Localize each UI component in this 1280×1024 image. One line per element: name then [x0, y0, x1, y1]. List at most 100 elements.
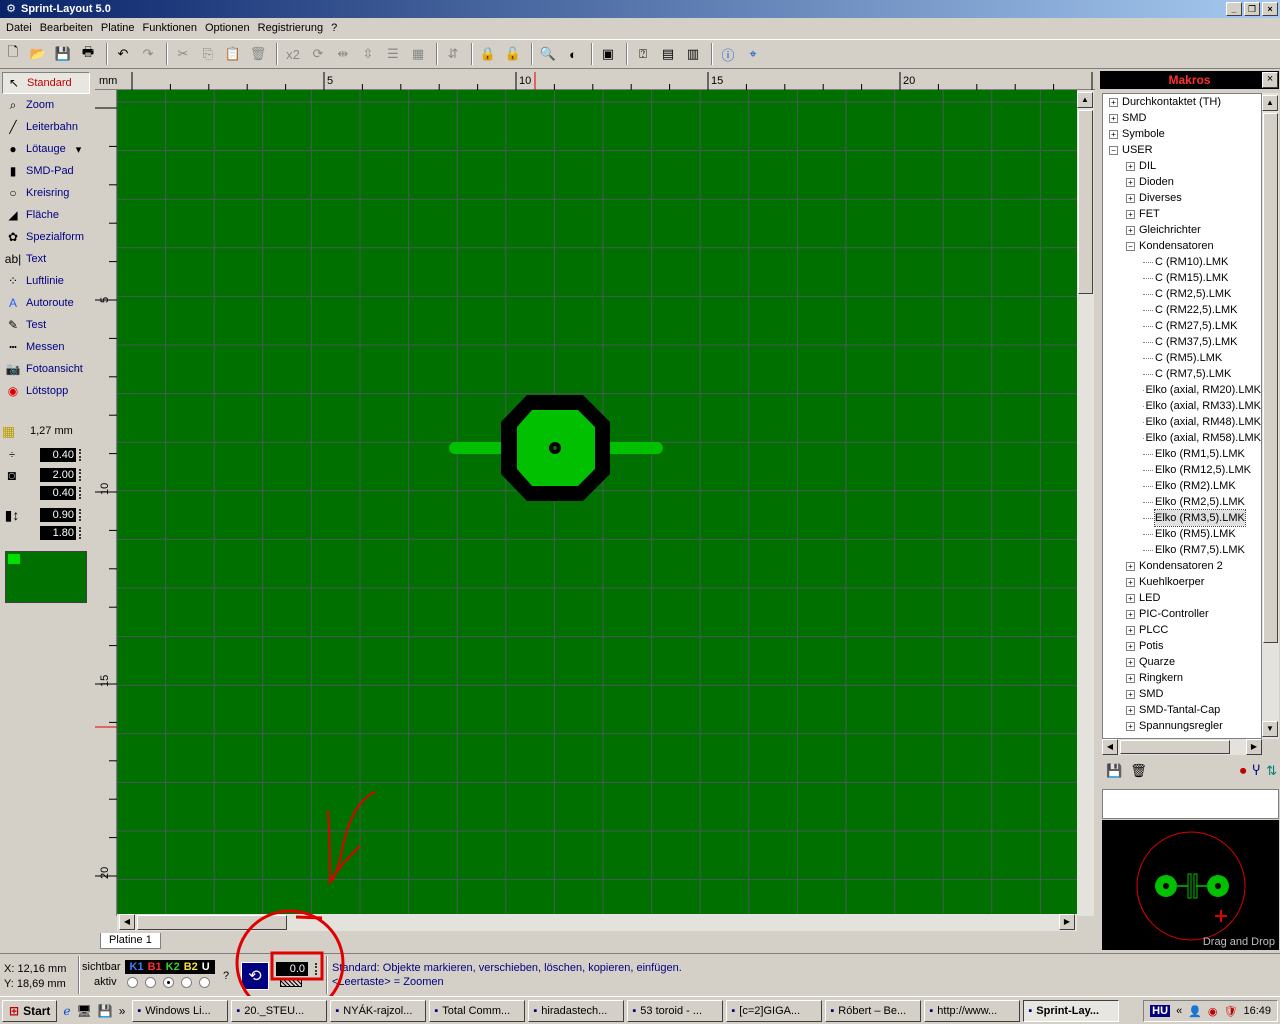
pad-outer-field[interactable]: 2.00: [40, 468, 76, 482]
taskbar-button[interactable]: ▪ 20._STEU...: [231, 999, 328, 1022]
scroll-up-button[interactable]: ▲: [1077, 92, 1093, 108]
macro-file-item[interactable]: C (RM37,5).LMK: [1103, 334, 1261, 350]
expand-icon[interactable]: +: [1126, 161, 1135, 171]
menu-item-5[interactable]: Registrierung: [254, 22, 327, 34]
macro-folder-item[interactable]: + Diverses: [1103, 190, 1261, 206]
print-icon[interactable]: 🖶: [77, 43, 99, 65]
menu-item-3[interactable]: Funktionen: [139, 22, 201, 34]
track-width-field[interactable]: 0.40: [40, 448, 76, 462]
macro-file-item[interactable]: C (RM7,5).LMK: [1103, 366, 1261, 382]
macro-tree-vscroll[interactable]: ▲ ▼: [1262, 93, 1279, 739]
tool-lötstopp[interactable]: ◉ Lötstopp: [2, 380, 90, 402]
tool-text[interactable]: ab| Text: [2, 248, 90, 270]
smd-height-field[interactable]: 1.80: [40, 526, 76, 540]
horizontal-scrollbar[interactable]: ◀ ▶: [117, 914, 1077, 931]
macro-file-item[interactable]: C (RM15).LMK: [1103, 270, 1261, 286]
macro-file-item[interactable]: Elko (RM5).LMK: [1103, 526, 1261, 542]
macro-folder-item[interactable]: + PLCC: [1103, 622, 1261, 638]
active-layer-radio-b1[interactable]: [144, 976, 156, 988]
macro-preview[interactable]: Drag and Drop: [1102, 820, 1279, 950]
layer-toggle-b2[interactable]: B2: [182, 961, 200, 973]
menu-item-1[interactable]: Bearbeiten: [36, 22, 97, 34]
macro-swap-icon[interactable]: ⇅: [1266, 763, 1277, 779]
grid-size[interactable]: 1,27 mm: [30, 425, 73, 437]
taskbar-button[interactable]: ▪ Total Comm...: [429, 999, 526, 1022]
macro-tree-hscroll[interactable]: ◀ ▶: [1102, 739, 1262, 755]
taskbar-button[interactable]: ▪ Windows Li...: [132, 999, 229, 1022]
drc-icon[interactable]: ▤: [657, 43, 679, 65]
crosshair-icon[interactable]: ⌖: [742, 43, 764, 65]
macro-file-item[interactable]: Elko (axial, RM48).LMK: [1103, 414, 1261, 430]
value-field[interactable]: 0.0: [276, 962, 308, 976]
tool-smd-pad[interactable]: ▮ SMD-Pad: [2, 160, 90, 182]
save-icon[interactable]: 💾: [52, 43, 74, 65]
collapse-icon[interactable]: −: [1126, 241, 1135, 251]
tree-scroll-up-button[interactable]: ▲: [1262, 95, 1278, 111]
pad-component[interactable]: [449, 395, 663, 501]
zoom-icon[interactable]: 🔍: [537, 43, 559, 65]
expand-icon[interactable]: +: [1126, 209, 1135, 219]
expand-icon[interactable]: +: [1126, 673, 1135, 683]
macro-folder-item[interactable]: + Quarze: [1103, 654, 1261, 670]
macro-file-item[interactable]: C (RM5).LMK: [1103, 350, 1261, 366]
horizontal-scroll-thumb[interactable]: [137, 915, 287, 930]
pad-outer-spinner[interactable]: [79, 469, 85, 481]
expand-icon[interactable]: +: [1126, 657, 1135, 667]
paste-icon[interactable]: 📋: [222, 43, 244, 65]
macro-folder-item[interactable]: + PIC-Controller: [1103, 606, 1261, 622]
macro-filter-icon[interactable]: Ⴤ: [1252, 763, 1260, 779]
macro-folder-item[interactable]: + Kuehlkoerper: [1103, 574, 1261, 590]
quicklaunch-chevron[interactable]: »: [119, 1004, 126, 1018]
maximize-button[interactable]: ❐: [1244, 2, 1260, 16]
expand-icon[interactable]: +: [1126, 193, 1135, 203]
active-layer-radio-b2[interactable]: [180, 976, 192, 988]
expand-icon[interactable]: +: [1126, 721, 1135, 731]
menu-item-6[interactable]: ?: [327, 22, 341, 34]
antivirus-icon[interactable]: ◉: [1208, 1005, 1218, 1018]
macro-tree[interactable]: + Durchkontaktet (TH) + SMD + Symbole − USER + DI…: [1102, 93, 1262, 739]
tool-fläche[interactable]: ◢ Fläche: [2, 204, 90, 226]
expand-icon[interactable]: +: [1109, 129, 1118, 139]
mirror-v-icon[interactable]: ⇳: [357, 43, 379, 65]
grid-icon[interactable]: ▦: [2, 423, 22, 440]
expand-icon[interactable]: +: [1126, 625, 1135, 635]
macro-folder-item[interactable]: − Kondensatoren: [1103, 238, 1261, 254]
tool-fotoansicht[interactable]: 📷 Fotoansicht: [2, 358, 90, 380]
taskbar-button[interactable]: ▪ hiradastech...: [528, 999, 625, 1022]
macro-folder-item[interactable]: − USER: [1103, 142, 1261, 158]
macro-file-item[interactable]: C (RM22,5).LMK: [1103, 302, 1261, 318]
info-check-icon[interactable]: ⍰: [632, 43, 654, 65]
tool-test[interactable]: ✎ Test: [2, 314, 90, 336]
macro-save-icon[interactable]: 💾: [1106, 763, 1122, 779]
taskbar-button[interactable]: ▪ Sprint-Lay...: [1023, 999, 1120, 1022]
layer-toggle-k2[interactable]: K2: [164, 961, 182, 973]
tree-scroll-thumb[interactable]: [1263, 113, 1278, 643]
menu-item-4[interactable]: Optionen: [201, 22, 254, 34]
taskbar-button[interactable]: ▪ [c=2]GIGA...: [726, 999, 823, 1022]
cut-icon[interactable]: ✂: [172, 43, 194, 65]
expand-icon[interactable]: +: [1126, 225, 1135, 235]
macro-folder-item[interactable]: + Kondensatoren 2: [1103, 558, 1261, 574]
taskbar-button[interactable]: ▪ NYÁK-rajzol...: [330, 999, 427, 1022]
collapse-icon[interactable]: −: [1109, 145, 1118, 155]
pad-inner-spinner[interactable]: [79, 487, 85, 499]
lock-icon[interactable]: 🔒: [477, 43, 499, 65]
tree-scroll-down-button[interactable]: ▼: [1262, 721, 1278, 737]
ie-icon[interactable]: ℯ: [63, 1004, 70, 1018]
expand-icon[interactable]: +: [1109, 113, 1118, 123]
board-grid[interactable]: [116, 90, 1077, 914]
new-file-icon[interactable]: 🗋: [2, 43, 24, 65]
layer-toggle-u[interactable]: U: [200, 961, 212, 973]
macro-file-item[interactable]: Elko (RM2,5).LMK: [1103, 494, 1261, 510]
menu-item-2[interactable]: Platine: [97, 22, 139, 34]
macro-folder-item[interactable]: + Symbole: [1103, 126, 1261, 142]
start-button[interactable]: ⊞ Start: [2, 999, 58, 1022]
tab-platine-1[interactable]: Platine 1: [100, 933, 161, 949]
group-icon[interactable]: ▦: [407, 43, 429, 65]
macro-file-item[interactable]: Elko (RM1,5).LMK: [1103, 446, 1261, 462]
unlock-icon[interactable]: 🔓: [502, 43, 524, 65]
macro-folder-item[interactable]: + Ringkern: [1103, 670, 1261, 686]
tray-chevron-icon[interactable]: «: [1176, 1005, 1182, 1017]
network-icon[interactable]: 👤: [1188, 1005, 1202, 1018]
delete-icon[interactable]: 🗑: [247, 43, 269, 65]
